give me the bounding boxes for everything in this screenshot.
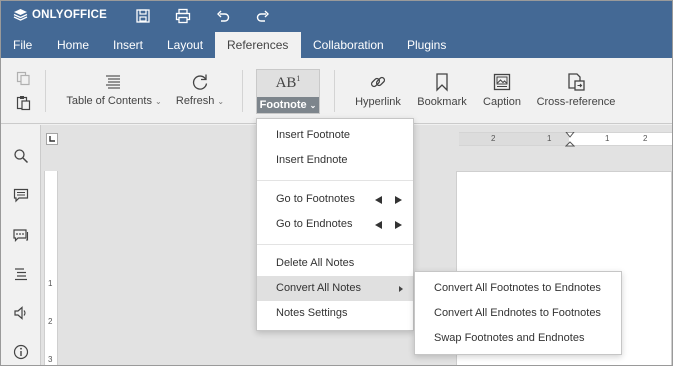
menu-item-convert-endnotes-to-footnotes[interactable]: Convert All Endnotes to Footnotes: [415, 301, 621, 326]
menu-item-notes-settings[interactable]: Notes Settings: [257, 301, 413, 326]
ruler-mark: 1: [605, 134, 610, 143]
ruler-mark: 3: [48, 355, 53, 364]
cross-reference-button[interactable]: Cross-reference: [533, 72, 619, 108]
menu-item-convert-footnotes-to-endnotes[interactable]: Convert All Footnotes to Endnotes: [415, 276, 621, 301]
toolbar-separator: [334, 70, 335, 112]
menu-item-go-to-endnotes[interactable]: Go to Endnotes: [257, 212, 413, 237]
ruler-mark: 2: [643, 134, 648, 143]
next-endnote-icon[interactable]: [395, 221, 402, 229]
previous-footnote-icon[interactable]: [375, 196, 382, 204]
chevron-down-icon: ⌄: [217, 97, 225, 106]
bookmark-label: Bookmark: [417, 96, 467, 108]
table-of-contents-button[interactable]: Table of Contents ⌄: [65, 73, 163, 107]
refresh-button[interactable]: Refresh ⌄: [173, 72, 227, 107]
menu-item-delete-all-notes[interactable]: Delete All Notes: [257, 251, 413, 276]
search-icon[interactable]: [13, 148, 29, 164]
cross-reference-icon: [568, 73, 585, 91]
tab-file[interactable]: File: [3, 32, 42, 58]
paste-icon[interactable]: [16, 95, 31, 111]
hyperlink-button[interactable]: Hyperlink: [351, 72, 405, 108]
tab-collaboration[interactable]: Collaboration: [303, 32, 394, 58]
copy-icon[interactable]: [16, 71, 31, 86]
submenu-arrow-icon: [399, 286, 403, 292]
ruler-margin-area: [459, 133, 569, 145]
menu-item-insert-endnote[interactable]: Insert Endnote: [257, 148, 413, 173]
tab-references[interactable]: References: [215, 32, 301, 58]
references-toolbar: Table of Contents ⌄ Refresh ⌄ AB1 Footnote…: [1, 58, 672, 124]
footnote-icon-sup: 1: [296, 74, 301, 83]
footnote-icon: AB1: [257, 74, 319, 92]
caption-label: Caption: [483, 96, 521, 108]
cross-reference-label: Cross-reference: [536, 96, 616, 108]
refresh-label: Refresh: [175, 95, 215, 107]
title-bar: ONLYOFFICE: [1, 1, 672, 32]
undo-icon[interactable]: [215, 8, 231, 24]
ruler-mark: 1: [547, 134, 552, 143]
comments-icon[interactable]: [13, 187, 29, 203]
toolbar-separator: [45, 70, 46, 112]
footnote-label: Footnote: [259, 99, 307, 111]
bookmark-button[interactable]: Bookmark: [414, 72, 470, 108]
print-icon[interactable]: [175, 8, 191, 24]
refresh-icon: [192, 74, 208, 90]
tab-layout[interactable]: Layout: [157, 32, 213, 58]
menu-item-swap-footnotes-endnotes[interactable]: Swap Footnotes and Endnotes: [415, 326, 621, 351]
save-icon[interactable]: [135, 8, 151, 24]
tab-plugins[interactable]: Plugins: [397, 32, 456, 58]
indent-marker-icon[interactable]: [565, 132, 575, 148]
menu-item-convert-all-notes[interactable]: Convert All Notes: [257, 276, 413, 301]
tab-stop-left-icon: [49, 136, 55, 142]
next-footnote-icon[interactable]: [395, 196, 402, 204]
info-icon[interactable]: [13, 344, 29, 360]
caption-icon: [493, 73, 511, 91]
convert-all-notes-label: Convert All Notes: [276, 282, 361, 294]
menu-item-insert-footnote[interactable]: Insert Footnote: [257, 123, 413, 148]
ruler-mark: 2: [48, 317, 53, 326]
menu-divider: [257, 244, 413, 245]
link-icon: [370, 76, 386, 88]
convert-notes-submenu: Convert All Footnotes to Endnotes Conver…: [414, 271, 622, 355]
speaker-icon[interactable]: [13, 305, 29, 321]
tab-home[interactable]: Home: [47, 32, 99, 58]
chat-icon[interactable]: [13, 227, 29, 243]
go-to-endnotes-label: Go to Endnotes: [276, 218, 353, 230]
editor-window: ONLYOFFICE File Home Insert Layout Refer…: [0, 0, 673, 366]
vertical-ruler[interactable]: 1 2 3: [44, 171, 58, 365]
bookmark-icon: [436, 73, 448, 92]
chevron-down-icon: ⌄: [154, 97, 162, 106]
menu-tabs: File Home Insert Layout References Colla…: [1, 32, 672, 58]
chevron-down-icon: ⌄: [309, 101, 317, 110]
tab-stop-selector[interactable]: [46, 133, 58, 145]
menu-item-go-to-footnotes[interactable]: Go to Footnotes: [257, 187, 413, 212]
horizontal-ruler[interactable]: 2 1 1 2: [459, 132, 672, 148]
footnote-menu: Insert Footnote Insert Endnote Go to Foo…: [256, 118, 414, 331]
go-to-footnotes-label: Go to Footnotes: [276, 193, 355, 205]
toolbar-separator: [242, 70, 243, 112]
logo-icon: [13, 9, 28, 21]
table-of-contents-icon: [106, 75, 120, 89]
ruler-mark: 2: [491, 134, 496, 143]
navigation-icon[interactable]: [13, 266, 29, 282]
footnote-button[interactable]: AB1 Footnote ⌄: [256, 69, 320, 114]
left-sidebar: [1, 125, 41, 365]
caption-button[interactable]: Caption: [479, 72, 525, 108]
ruler-mark: 1: [48, 279, 53, 288]
menu-divider: [257, 180, 413, 181]
previous-endnote-icon[interactable]: [375, 221, 382, 229]
app-logo: ONLYOFFICE: [13, 8, 107, 22]
hyperlink-label: Hyperlink: [355, 96, 401, 108]
logo-text: ONLYOFFICE: [32, 9, 108, 21]
footnote-icon-text: AB: [275, 75, 297, 91]
tab-insert[interactable]: Insert: [103, 32, 153, 58]
redo-icon[interactable]: [255, 8, 271, 24]
footnote-label-bar: Footnote ⌄: [257, 97, 319, 113]
table-of-contents-label: Table of Contents: [66, 95, 152, 107]
